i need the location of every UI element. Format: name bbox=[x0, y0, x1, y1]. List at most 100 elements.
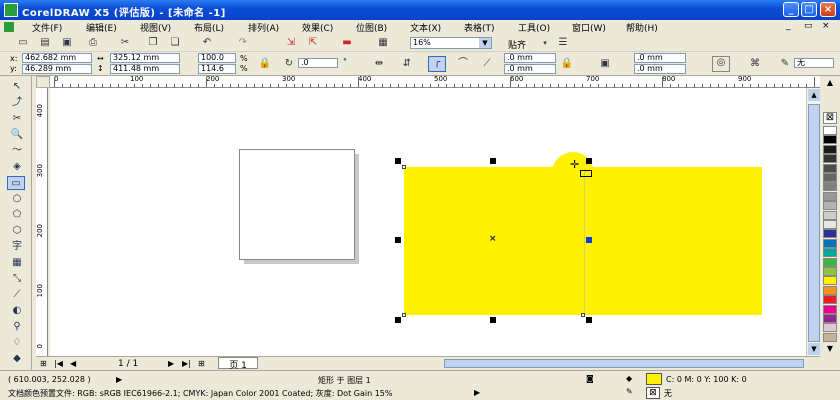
page-add-icon[interactable]: ⊞ bbox=[40, 359, 47, 368]
pick-tool-icon[interactable]: ↖ bbox=[8, 80, 26, 94]
maximize-button[interactable]: □ bbox=[801, 2, 817, 17]
zoom-tool-icon[interactable]: 🔍 bbox=[8, 128, 26, 142]
doc-icon[interactable] bbox=[4, 22, 14, 32]
handle-tc[interactable] bbox=[490, 158, 496, 164]
palette-swatch[interactable] bbox=[823, 276, 837, 286]
options-icon[interactable]: ☰ bbox=[556, 37, 570, 49]
height-field[interactable]: 411.48 mm bbox=[110, 64, 180, 74]
blend-tool-icon[interactable]: ◐ bbox=[8, 304, 26, 318]
print-icon[interactable]: ⎙ bbox=[86, 37, 100, 49]
node-bl[interactable] bbox=[402, 313, 406, 317]
vertical-scrollbar[interactable]: ▲ ▼ bbox=[806, 88, 820, 356]
fill-swatch[interactable] bbox=[646, 373, 662, 385]
wrap-text-icon[interactable]: ◎ bbox=[712, 56, 730, 72]
palette-swatch[interactable] bbox=[823, 135, 837, 145]
menu-tools[interactable]: 工具(O) bbox=[518, 21, 550, 34]
palette-swatch[interactable] bbox=[823, 229, 837, 239]
minimize-button[interactable]: _ bbox=[783, 2, 799, 17]
smart-fill-icon[interactable]: ◈ bbox=[8, 160, 26, 174]
snapshot-icon[interactable]: ◙ bbox=[586, 374, 594, 383]
outline-width-field[interactable]: 无 bbox=[794, 58, 834, 68]
menu-effects[interactable]: 效果(C) bbox=[302, 21, 333, 34]
palette-swatch[interactable] bbox=[823, 323, 837, 333]
corner-radius-tr-field[interactable]: .0 mm bbox=[634, 53, 686, 63]
handle-bl[interactable] bbox=[395, 317, 401, 323]
connector-tool-icon[interactable]: ⟋ bbox=[8, 288, 26, 302]
profile-play-icon[interactable]: ▶ bbox=[474, 388, 480, 397]
fill-tool-icon[interactable]: ◆ bbox=[8, 352, 26, 366]
mdi-close-button[interactable]: × bbox=[822, 21, 830, 31]
lock-ratio-icon[interactable]: 🔒 bbox=[258, 58, 272, 70]
palette-swatch[interactable] bbox=[823, 295, 837, 305]
drawing-canvas[interactable]: × ✛ bbox=[50, 88, 820, 356]
paste-icon[interactable]: ❏ bbox=[168, 37, 182, 49]
corner-radius-tl-field[interactable]: .0 mm bbox=[504, 53, 556, 63]
cut-icon[interactable]: ✂ bbox=[118, 37, 132, 49]
palette-swatch[interactable] bbox=[823, 182, 837, 192]
table-tool-icon[interactable]: ▦ bbox=[8, 256, 26, 270]
palette-swatch[interactable] bbox=[823, 238, 837, 248]
lock-corners-icon[interactable]: 🔒 bbox=[560, 58, 574, 70]
palette-swatch[interactable] bbox=[823, 267, 837, 276]
node-tl[interactable] bbox=[402, 165, 406, 169]
freehand-tool-icon[interactable]: 〜 bbox=[8, 144, 26, 158]
chevron-down-icon[interactable]: ▼ bbox=[479, 38, 491, 48]
page-tab[interactable]: 页 1 bbox=[218, 357, 258, 371]
palette-swatch[interactable] bbox=[823, 154, 837, 164]
last-page-icon[interactable]: ▶| bbox=[182, 359, 191, 368]
mirror-h-icon[interactable]: ⇹ bbox=[372, 58, 386, 70]
copy-icon[interactable]: ❐ bbox=[146, 37, 160, 49]
scale-y-field[interactable]: 114.6 bbox=[198, 64, 236, 74]
horizontal-scrollbar[interactable] bbox=[444, 359, 804, 368]
palette-swatch[interactable] bbox=[823, 314, 837, 323]
scroll-down-icon[interactable]: ▼ bbox=[808, 343, 820, 355]
handle-mr[interactable] bbox=[586, 237, 592, 243]
outline-swatch[interactable]: ⊠ bbox=[646, 387, 660, 399]
palette-swatch[interactable] bbox=[823, 332, 837, 342]
yellow-rectangle[interactable] bbox=[404, 167, 762, 315]
width-field[interactable]: 325.12 mm bbox=[110, 53, 180, 63]
palette-swatch[interactable] bbox=[823, 173, 837, 182]
mdi-restore-button[interactable]: ▭ bbox=[804, 21, 813, 31]
import-icon[interactable]: ⇲ bbox=[284, 37, 298, 49]
menu-edit[interactable]: 编辑(E) bbox=[86, 21, 117, 34]
page-add-end-icon[interactable]: ⊞ bbox=[198, 359, 205, 368]
dimension-tool-icon[interactable]: ⤡ bbox=[8, 272, 26, 286]
menu-table[interactable]: 表格(T) bbox=[464, 21, 495, 34]
first-page-icon[interactable]: |◀ bbox=[54, 359, 63, 368]
node-br[interactable] bbox=[581, 313, 585, 317]
handle-tr[interactable] bbox=[586, 158, 592, 164]
snap-to-button[interactable]: 贴齐 bbox=[508, 38, 526, 51]
relative-corner-icon[interactable]: ▣ bbox=[598, 58, 612, 70]
rotation-field[interactable]: .0 bbox=[298, 58, 338, 68]
x-position-field[interactable]: 462.682 mm bbox=[22, 53, 92, 63]
menu-bitmaps[interactable]: 位图(B) bbox=[356, 21, 387, 34]
eyedropper-tool-icon[interactable]: ⚲ bbox=[8, 320, 26, 334]
rectangle-tool-icon[interactable]: ▭ bbox=[7, 176, 25, 190]
handle-br[interactable] bbox=[586, 317, 592, 323]
save-icon[interactable]: ▣ bbox=[60, 37, 74, 49]
chamfer-corner-icon[interactable]: ⟋ bbox=[480, 58, 494, 70]
menu-file[interactable]: 文件(F) bbox=[32, 21, 62, 34]
open-icon[interactable]: ▤ bbox=[38, 37, 52, 49]
coords-play-icon[interactable]: ▶ bbox=[116, 375, 122, 384]
palette-swatch[interactable] bbox=[823, 285, 837, 295]
prev-page-icon[interactable]: ◀ bbox=[70, 359, 76, 368]
scale-x-field[interactable]: 100.0 bbox=[198, 53, 236, 63]
palette-scroll-down-icon[interactable]: ▼ bbox=[823, 344, 837, 354]
handle-tl[interactable] bbox=[395, 158, 401, 164]
palette-swatch[interactable] bbox=[823, 257, 837, 267]
zoom-select[interactable]: 16% ▼ bbox=[410, 37, 492, 49]
palette-swatch[interactable] bbox=[823, 304, 837, 314]
ruler-origin[interactable] bbox=[36, 76, 50, 88]
to-curve-icon[interactable]: ⌘ bbox=[748, 58, 762, 70]
palette-swatch[interactable] bbox=[823, 220, 837, 229]
vertical-ruler[interactable]: 400 300 200 100 0 bbox=[36, 88, 48, 356]
menu-view[interactable]: 视图(V) bbox=[140, 21, 171, 34]
corner-radius-br-field[interactable]: .0 mm bbox=[634, 64, 686, 74]
palette-swatch[interactable] bbox=[823, 163, 837, 173]
outline-pen-icon[interactable]: ✎ bbox=[778, 58, 792, 70]
palette-scroll-up-icon[interactable]: ▲ bbox=[823, 78, 837, 88]
app-launcher-icon[interactable]: ▬ bbox=[340, 37, 354, 49]
mirror-v-icon[interactable]: ⇵ bbox=[400, 58, 414, 70]
